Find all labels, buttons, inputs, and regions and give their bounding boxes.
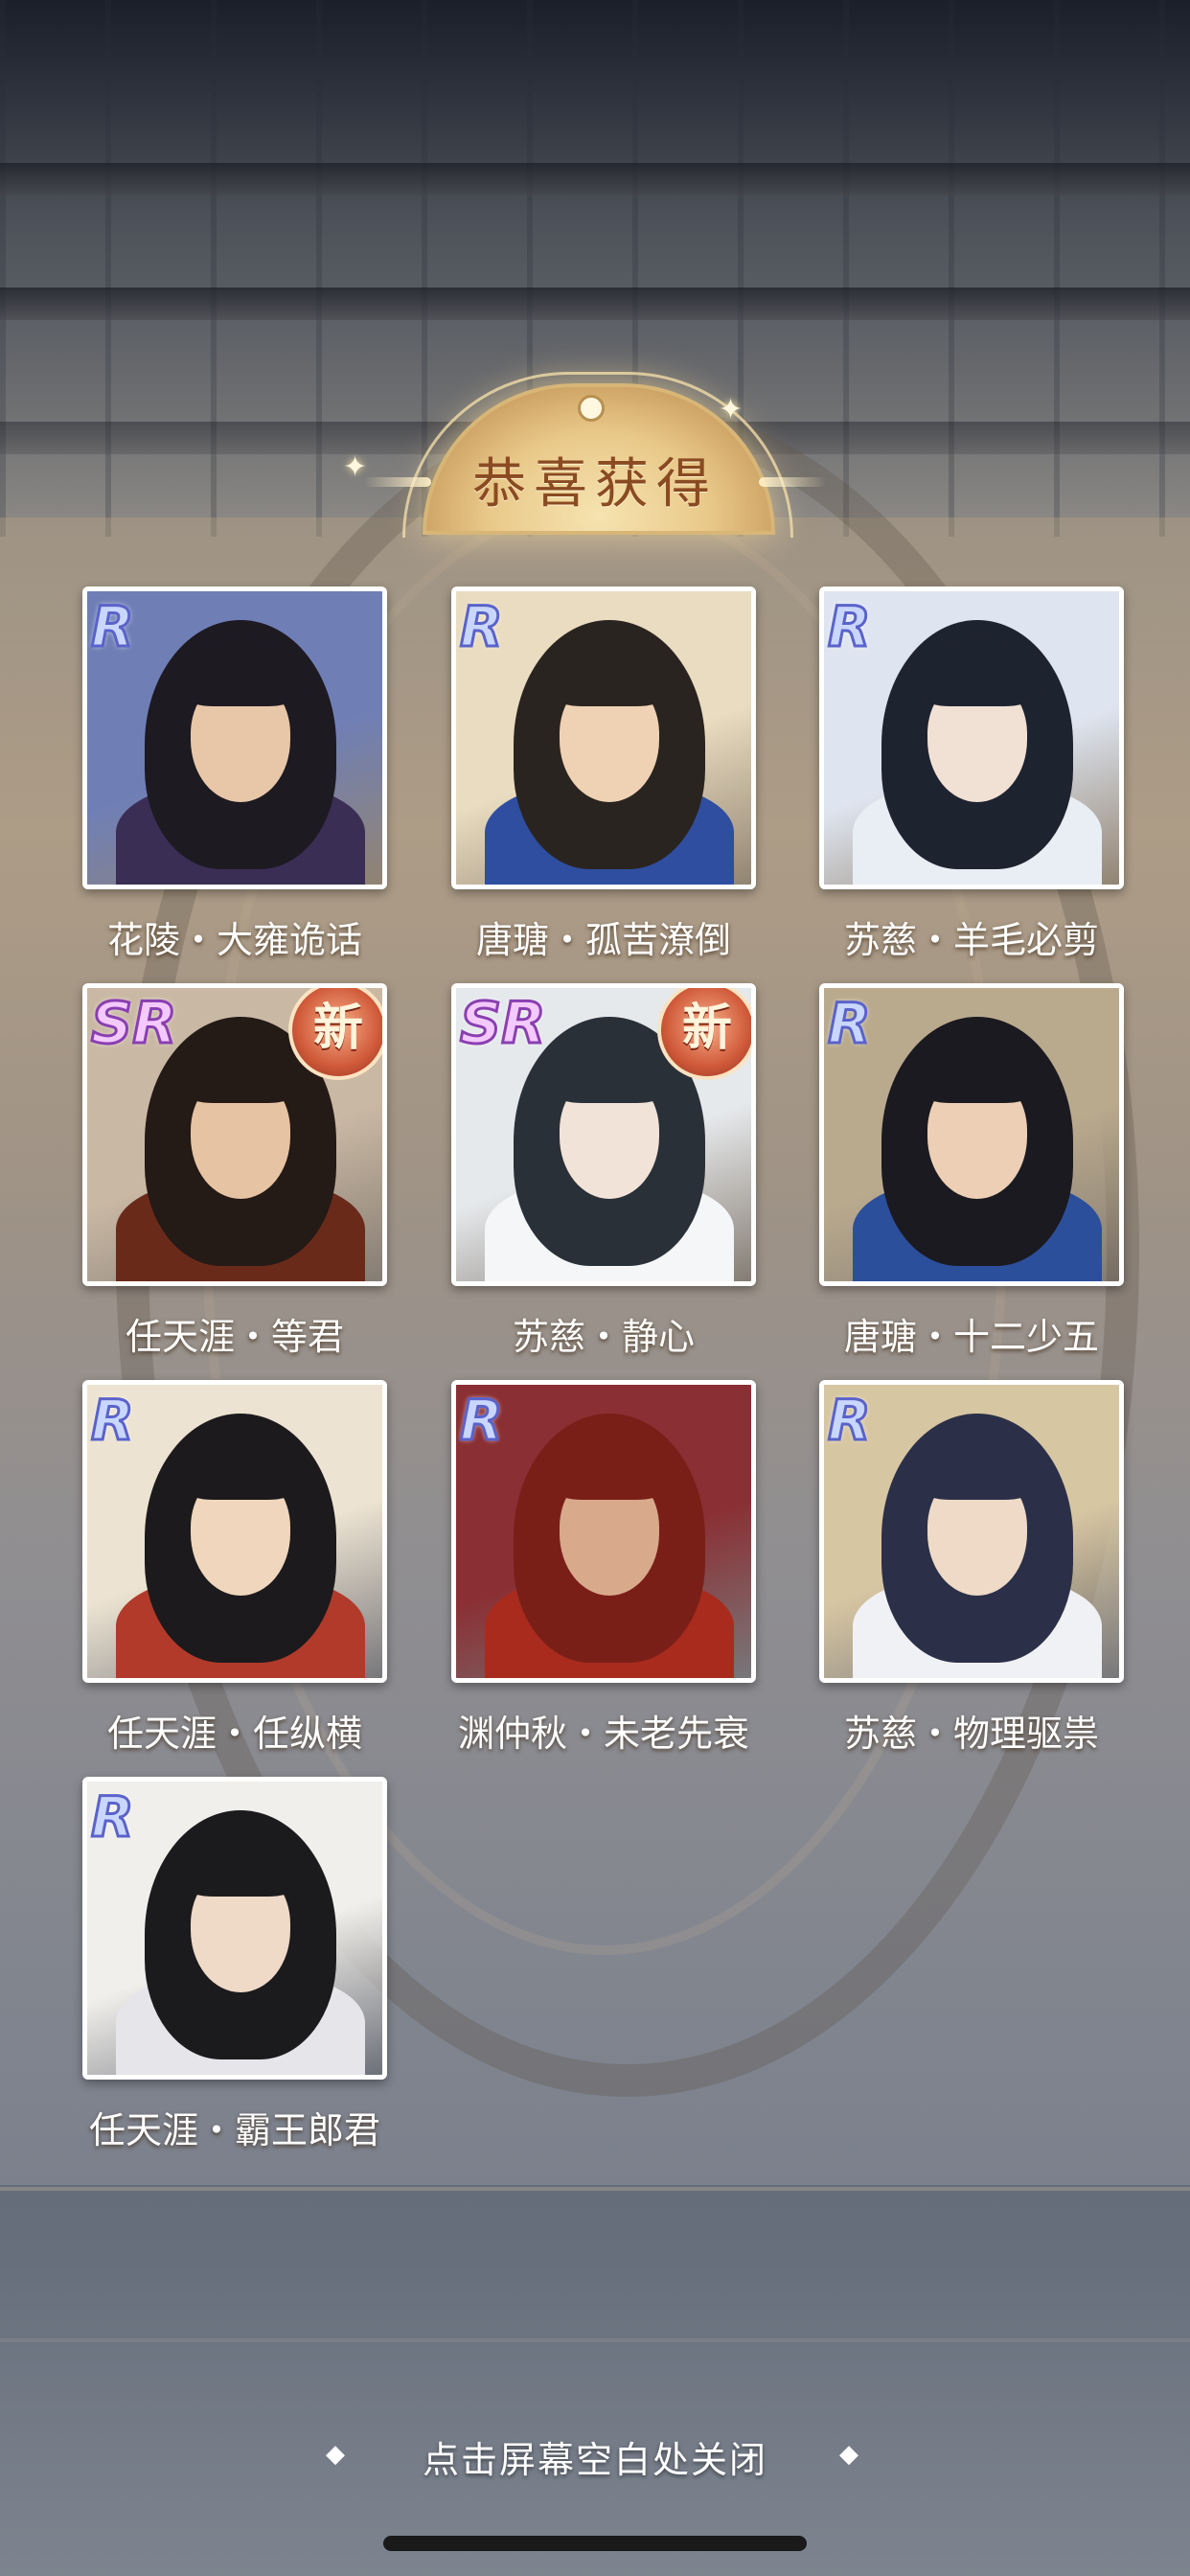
- portrait-bangs: [542, 1036, 676, 1103]
- portrait-bangs: [173, 1829, 308, 1897]
- character-card[interactable]: R: [451, 1380, 756, 1683]
- home-indicator[interactable]: [383, 2536, 807, 2551]
- rarity-badge: R: [90, 593, 136, 661]
- reward-card-grid: R 花陵・大雍诡话 R 唐瑭・孤苦潦倒 R 苏慈・羊毛必剪 SR 新任天涯・等君 SR 新苏慈・静…: [0, 0, 1190, 2576]
- rarity-badge: R: [90, 1783, 136, 1852]
- character-card-label: 苏慈・羊毛必剪: [843, 919, 1099, 961]
- rarity-badge: R: [827, 1387, 873, 1455]
- character-card[interactable]: R: [82, 1777, 387, 2080]
- portrait-bangs: [910, 1433, 1044, 1500]
- character-card[interactable]: R: [819, 586, 1124, 889]
- character-card[interactable]: R: [451, 586, 756, 889]
- character-card-label: 唐瑭・孤苦潦倒: [475, 919, 731, 961]
- new-badge: 新: [288, 988, 382, 1080]
- portrait-bangs: [173, 639, 308, 706]
- rarity-badge: R: [827, 990, 873, 1058]
- character-card-label: 苏慈・静心: [512, 1316, 695, 1358]
- character-card-label: 花陵・大雍诡话: [106, 919, 362, 961]
- character-card[interactable]: R: [819, 983, 1124, 1286]
- character-card-label: 任天涯・任纵横: [106, 1713, 362, 1755]
- portrait-bangs: [910, 1036, 1044, 1103]
- portrait-bangs: [173, 1433, 308, 1500]
- character-card[interactable]: SR 新: [82, 983, 387, 1286]
- portrait-bangs: [542, 1433, 676, 1500]
- portrait-bangs: [173, 1036, 308, 1103]
- rarity-badge: R: [827, 593, 873, 661]
- character-card-label: 唐瑭・十二少五: [843, 1316, 1099, 1358]
- close-hint[interactable]: 点击屏幕空白处关闭: [0, 2430, 1190, 2483]
- new-badge: 新: [657, 988, 751, 1080]
- character-card[interactable]: R: [82, 586, 387, 889]
- rarity-badge: R: [459, 593, 505, 661]
- portrait-bangs: [542, 639, 676, 706]
- character-card[interactable]: R: [82, 1380, 387, 1683]
- character-card-label: 苏慈・物理驱祟: [843, 1713, 1099, 1755]
- portrait-bangs: [910, 639, 1044, 706]
- rarity-badge: R: [459, 1387, 505, 1455]
- character-card[interactable]: R: [819, 1380, 1124, 1683]
- character-card-label: 渊仲秋・未老先衰: [457, 1713, 749, 1755]
- rarity-badge: SR: [89, 989, 177, 1059]
- character-card-label: 任天涯・等君: [125, 1316, 344, 1358]
- character-card[interactable]: SR 新: [451, 983, 756, 1286]
- rarity-badge: SR: [458, 989, 546, 1059]
- rarity-badge: R: [90, 1387, 136, 1455]
- character-card-label: 任天涯・霸王郎君: [88, 2109, 380, 2151]
